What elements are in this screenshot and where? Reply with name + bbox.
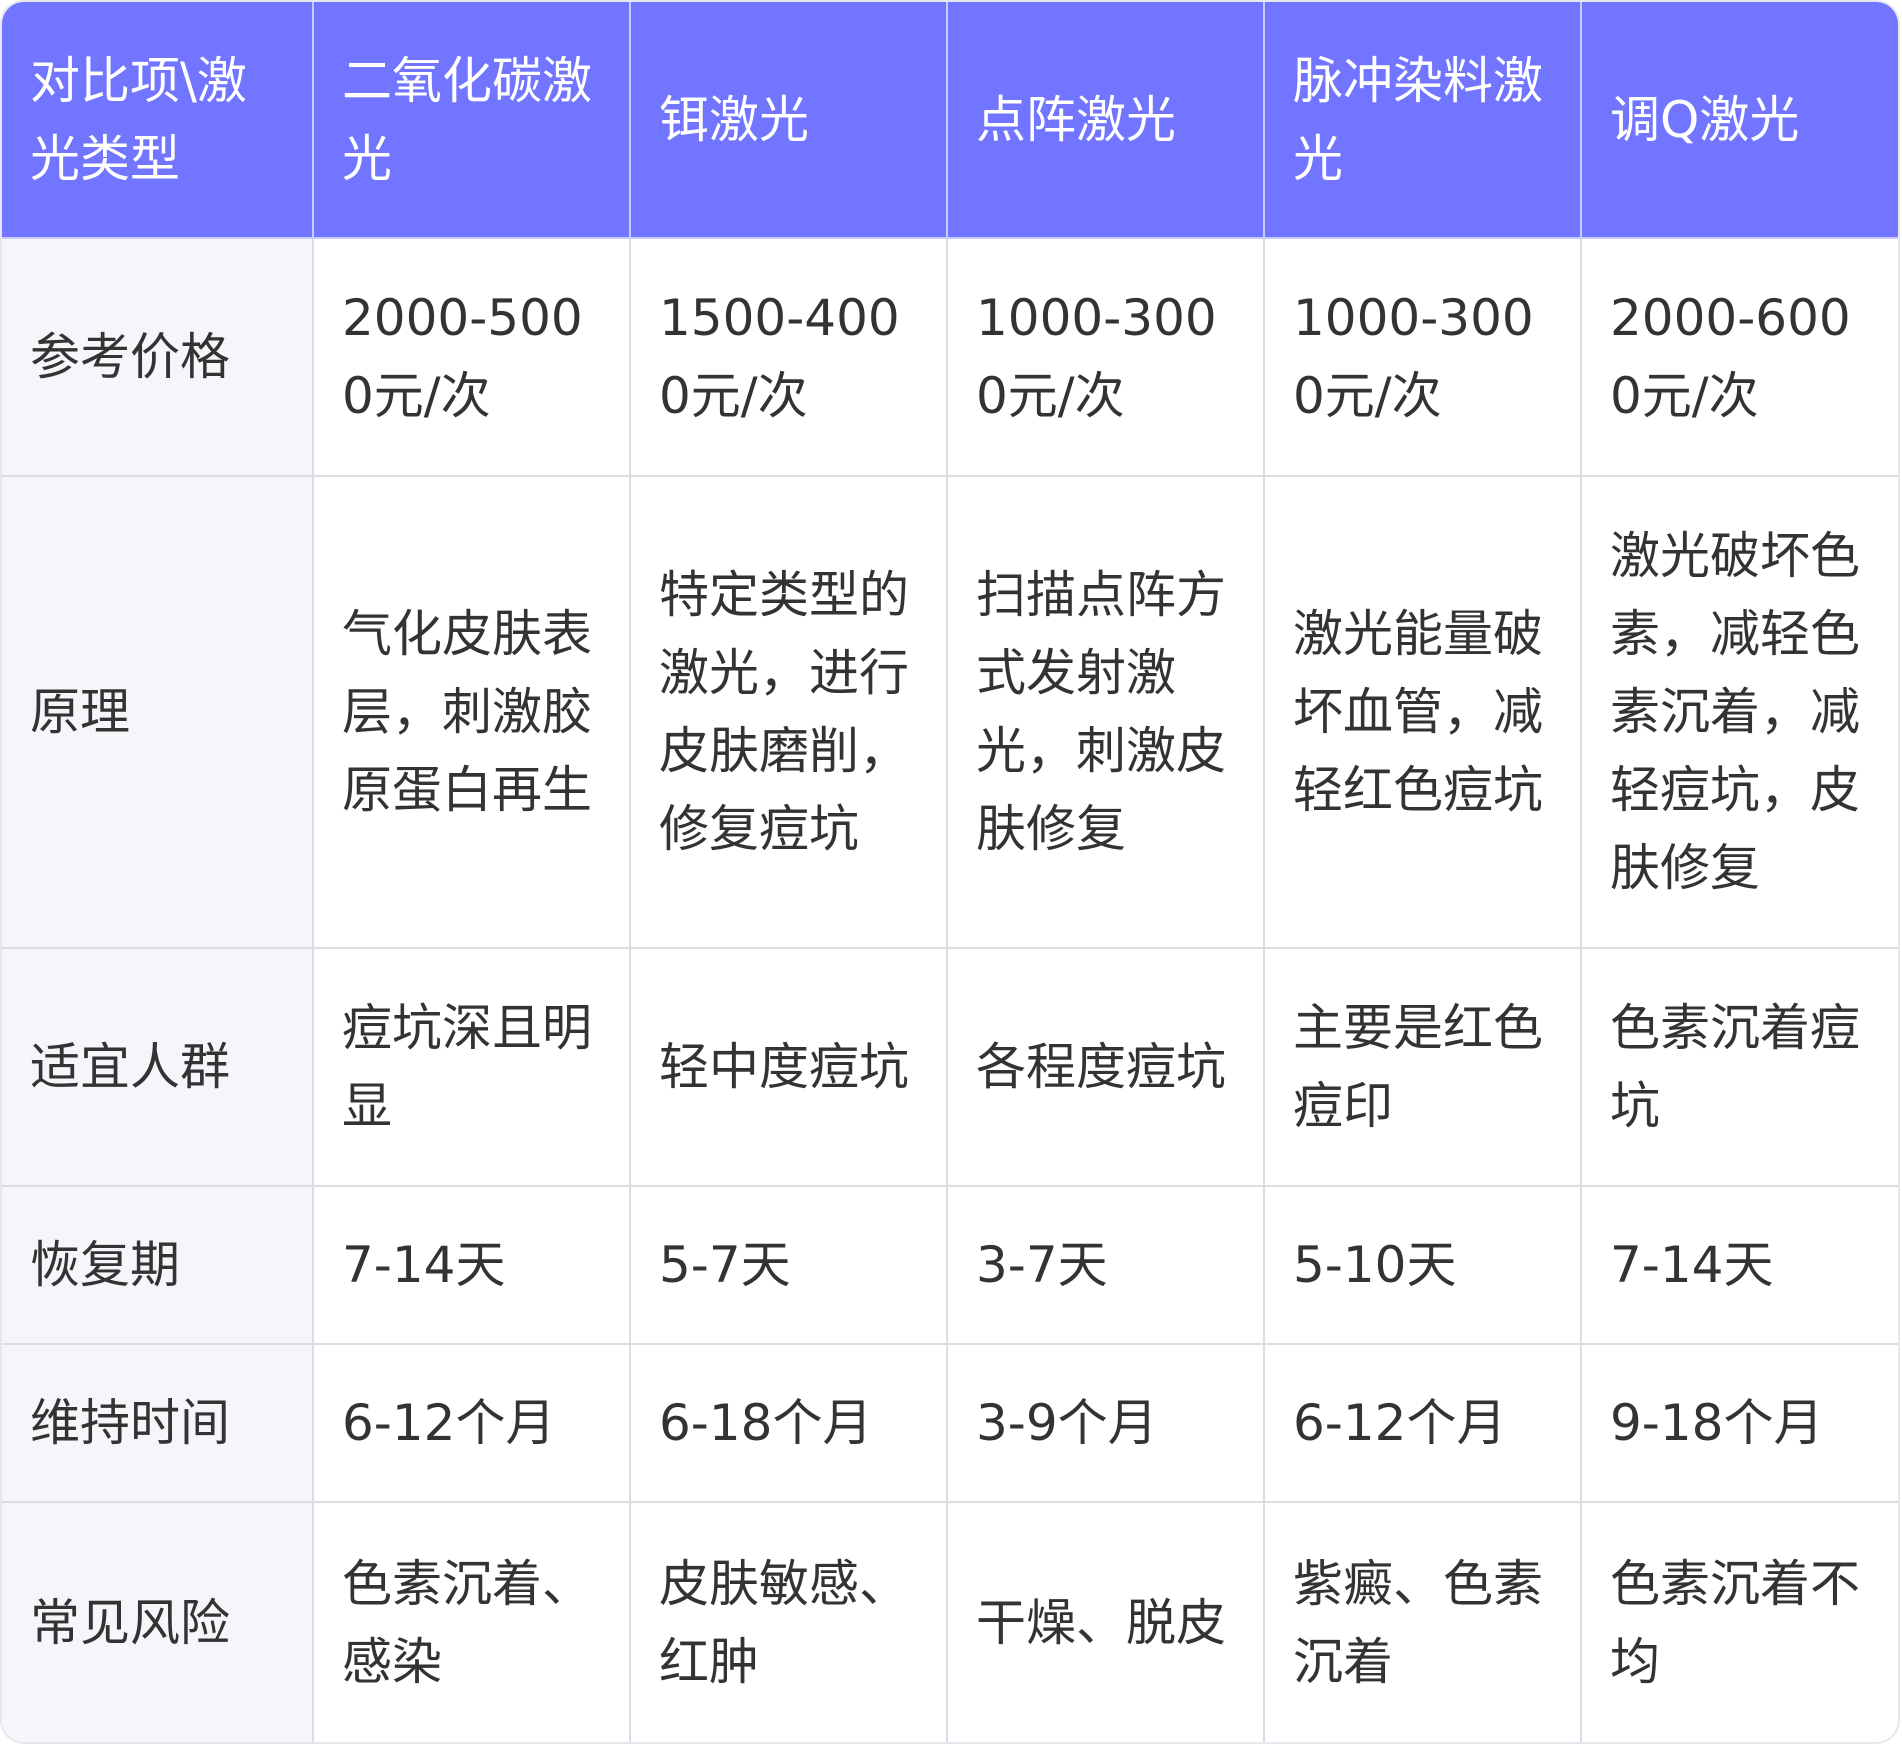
table-cell: 色素沉着不均 <box>1580 1501 1898 1742</box>
table-header: 对比项\激光类型 二氧化碳激光 铒激光 点阵激光 脉冲染料激光 调Q激光 <box>2 2 1898 239</box>
table-cell: 7-14天 <box>312 1185 631 1345</box>
table-cell: 皮肤敏感、红肿 <box>629 1501 948 1742</box>
table-cell: 紫癜、色素沉着 <box>1263 1501 1582 1742</box>
table-cell: 痘坑深且明显 <box>312 947 631 1187</box>
laser-comparison-table: 对比项\激光类型 二氧化碳激光 铒激光 点阵激光 脉冲染料激光 调Q激光 参考价… <box>2 2 1898 1742</box>
table-cell: 9-18个月 <box>1580 1343 1898 1503</box>
table-row-recovery-period: 恢复期 7-14天 5-7天 3-7天 5-10天 7-14天 <box>2 1185 1898 1345</box>
comparison-table-container: 对比项\激光类型 二氧化碳激光 铒激光 点阵激光 脉冲染料激光 调Q激光 参考价… <box>2 2 1898 1742</box>
table-cell: 3-9个月 <box>946 1343 1265 1503</box>
header-row: 对比项\激光类型 二氧化碳激光 铒激光 点阵激光 脉冲染料激光 调Q激光 <box>2 2 1898 239</box>
table-cell: 色素沉着痘坑 <box>1580 947 1898 1187</box>
row-label-maintenance-time: 维持时间 <box>2 1343 314 1503</box>
header-cell-compare-item: 对比项\激光类型 <box>2 2 314 239</box>
table-row-common-risks: 常见风险 色素沉着、感染 皮肤敏感、红肿 干燥、脱皮 紫癜、色素沉着 色素沉着不… <box>2 1501 1898 1742</box>
row-label-price: 参考价格 <box>2 237 314 477</box>
table-cell: 干燥、脱皮 <box>946 1501 1265 1742</box>
table-row-suitable-group: 适宜人群 痘坑深且明显 轻中度痘坑 各程度痘坑 主要是红色痘印 色素沉着痘坑 <box>2 947 1898 1187</box>
row-label-common-risks: 常见风险 <box>2 1501 314 1742</box>
table-cell: 激光能量破坏血管，减轻红色痘坑 <box>1263 475 1582 949</box>
table-cell: 1000-3000元/次 <box>946 237 1265 477</box>
table-cell: 5-10天 <box>1263 1185 1582 1345</box>
table-body: 参考价格 2000-5000元/次 1500-4000元/次 1000-3000… <box>2 237 1898 1742</box>
header-cell-q-switched-laser: 调Q激光 <box>1580 2 1898 239</box>
table-cell: 主要是红色痘印 <box>1263 947 1582 1187</box>
header-cell-pulsed-dye-laser: 脉冲染料激光 <box>1263 2 1582 239</box>
table-cell: 气化皮肤表层，刺激胶原蛋白再生 <box>312 475 631 949</box>
header-cell-fractional-laser: 点阵激光 <box>946 2 1265 239</box>
table-row-maintenance-time: 维持时间 6-12个月 6-18个月 3-9个月 6-12个月 9-18个月 <box>2 1343 1898 1503</box>
table-cell: 3-7天 <box>946 1185 1265 1345</box>
row-label-recovery-period: 恢复期 <box>2 1185 314 1345</box>
table-cell: 色素沉着、感染 <box>312 1501 631 1742</box>
table-cell: 轻中度痘坑 <box>629 947 948 1187</box>
table-cell: 6-12个月 <box>1263 1343 1582 1503</box>
table-cell: 激光破坏色素，减轻色素沉着，减轻痘坑，皮肤修复 <box>1580 475 1898 949</box>
table-cell: 7-14天 <box>1580 1185 1898 1345</box>
table-cell: 5-7天 <box>629 1185 948 1345</box>
table-cell: 1000-3000元/次 <box>1263 237 1582 477</box>
header-cell-co2-laser: 二氧化碳激光 <box>312 2 631 239</box>
table-cell: 特定类型的激光，进行皮肤磨削，修复痘坑 <box>629 475 948 949</box>
table-cell: 2000-6000元/次 <box>1580 237 1898 477</box>
table-cell: 6-18个月 <box>629 1343 948 1503</box>
table-cell: 扫描点阵方式发射激光，刺激皮肤修复 <box>946 475 1265 949</box>
table-cell: 2000-5000元/次 <box>312 237 631 477</box>
table-cell: 1500-4000元/次 <box>629 237 948 477</box>
table-row-price: 参考价格 2000-5000元/次 1500-4000元/次 1000-3000… <box>2 237 1898 477</box>
header-cell-erbium-laser: 铒激光 <box>629 2 948 239</box>
table-row-principle: 原理 气化皮肤表层，刺激胶原蛋白再生 特定类型的激光，进行皮肤磨削，修复痘坑 扫… <box>2 475 1898 949</box>
table-cell: 各程度痘坑 <box>946 947 1265 1187</box>
row-label-principle: 原理 <box>2 475 314 949</box>
row-label-suitable-group: 适宜人群 <box>2 947 314 1187</box>
table-cell: 6-12个月 <box>312 1343 631 1503</box>
